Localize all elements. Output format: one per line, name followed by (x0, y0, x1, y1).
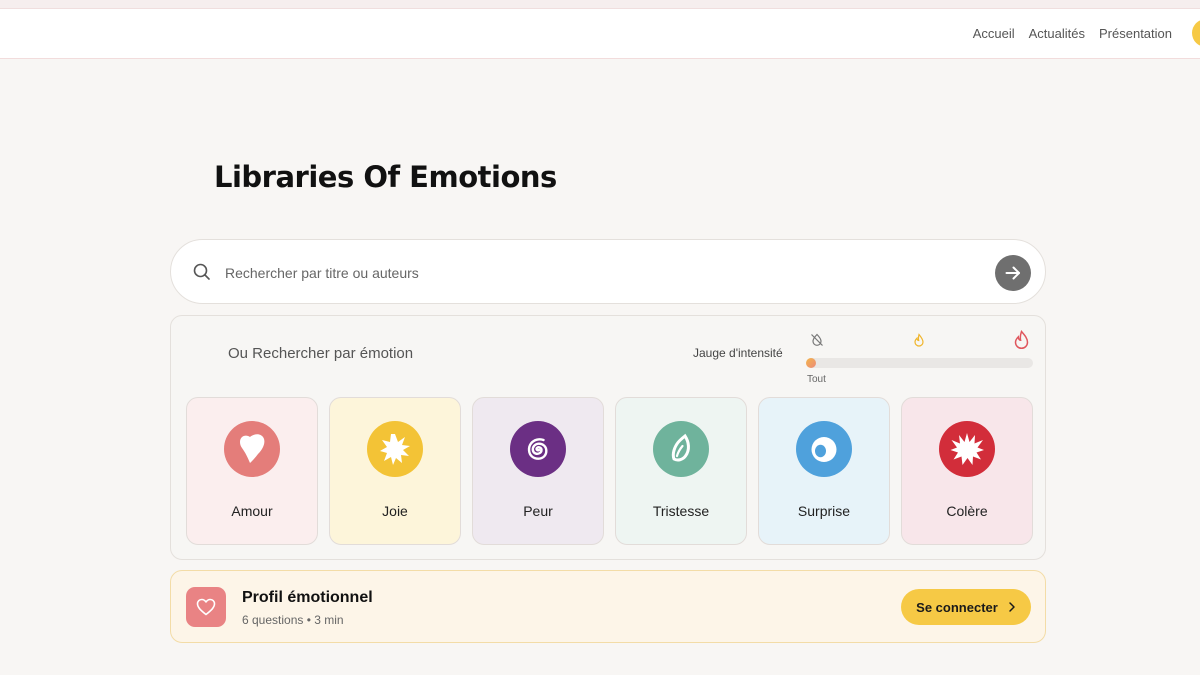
spiral-icon (510, 421, 566, 477)
drop-icon (653, 421, 709, 477)
nav-link-accueil[interactable]: Accueil (973, 26, 1015, 41)
emotion-card-surprise[interactable]: Surprise (758, 397, 890, 545)
nav-links: Accueil Actualités Présentation (973, 9, 1172, 58)
intensity-gauge-handle[interactable] (806, 358, 816, 368)
large-flame-icon[interactable] (1013, 330, 1030, 355)
emotion-card-label: Colère (946, 503, 988, 519)
small-flame-icon[interactable] (913, 333, 925, 352)
search-input[interactable] (223, 258, 987, 288)
login-button[interactable]: Se connecter (901, 589, 1031, 625)
intensity-gauge-label: Jauge d'intensité (693, 346, 783, 360)
intensity-gauge-value: Tout (807, 374, 826, 385)
intensity-gauge-track[interactable] (806, 358, 1033, 368)
emotional-profile-banner: Profil émotionnel 6 questions • 3 min Se… (170, 570, 1046, 643)
profile-meta: 6 questions • 3 min (242, 613, 344, 627)
no-intensity-icon[interactable] (810, 333, 824, 352)
emotion-cards: Amour Joie Peur Tristesse Surprise Colèr… (186, 397, 1033, 545)
emotion-card-amour[interactable]: Amour (186, 397, 318, 545)
top-strip (0, 0, 1200, 9)
emotion-card-tristesse[interactable]: Tristesse (615, 397, 747, 545)
emotion-card-joie[interactable]: Joie (329, 397, 461, 545)
search-icon (192, 262, 212, 282)
profile-title: Profil émotionnel (242, 589, 373, 606)
eye-icon (796, 421, 852, 477)
starburst-icon (367, 421, 423, 477)
emotion-card-label: Amour (231, 503, 273, 519)
explosion-icon (939, 421, 995, 477)
emotion-card-label: Peur (523, 503, 553, 519)
chevron-right-icon (1008, 601, 1016, 613)
emotion-card-peur[interactable]: Peur (472, 397, 604, 545)
nav-link-actualites[interactable]: Actualités (1029, 26, 1085, 41)
arrow-right-icon (1003, 263, 1023, 283)
page-title: Libraries Of Emotions (214, 160, 557, 194)
emotion-card-label: Tristesse (652, 503, 710, 519)
emotion-search-heading: Ou Rechercher par émotion (228, 345, 414, 362)
nav-link-presentation[interactable]: Présentation (1099, 26, 1172, 41)
search-submit-button[interactable] (995, 255, 1031, 291)
emotion-card-label: Joie (382, 503, 408, 519)
heart-shape-icon (224, 421, 280, 477)
emotion-card-colere[interactable]: Colère (901, 397, 1033, 545)
login-button-label: Se connecter (916, 599, 998, 615)
heart-outline-icon (186, 587, 226, 627)
avatar[interactable] (1192, 19, 1200, 47)
search-bar (170, 239, 1046, 304)
emotion-search-panel: Ou Rechercher par émotion Jauge d'intens… (170, 315, 1046, 560)
navbar: Accueil Actualités Présentation (0, 9, 1200, 59)
emotion-card-label: Surprise (797, 503, 851, 519)
